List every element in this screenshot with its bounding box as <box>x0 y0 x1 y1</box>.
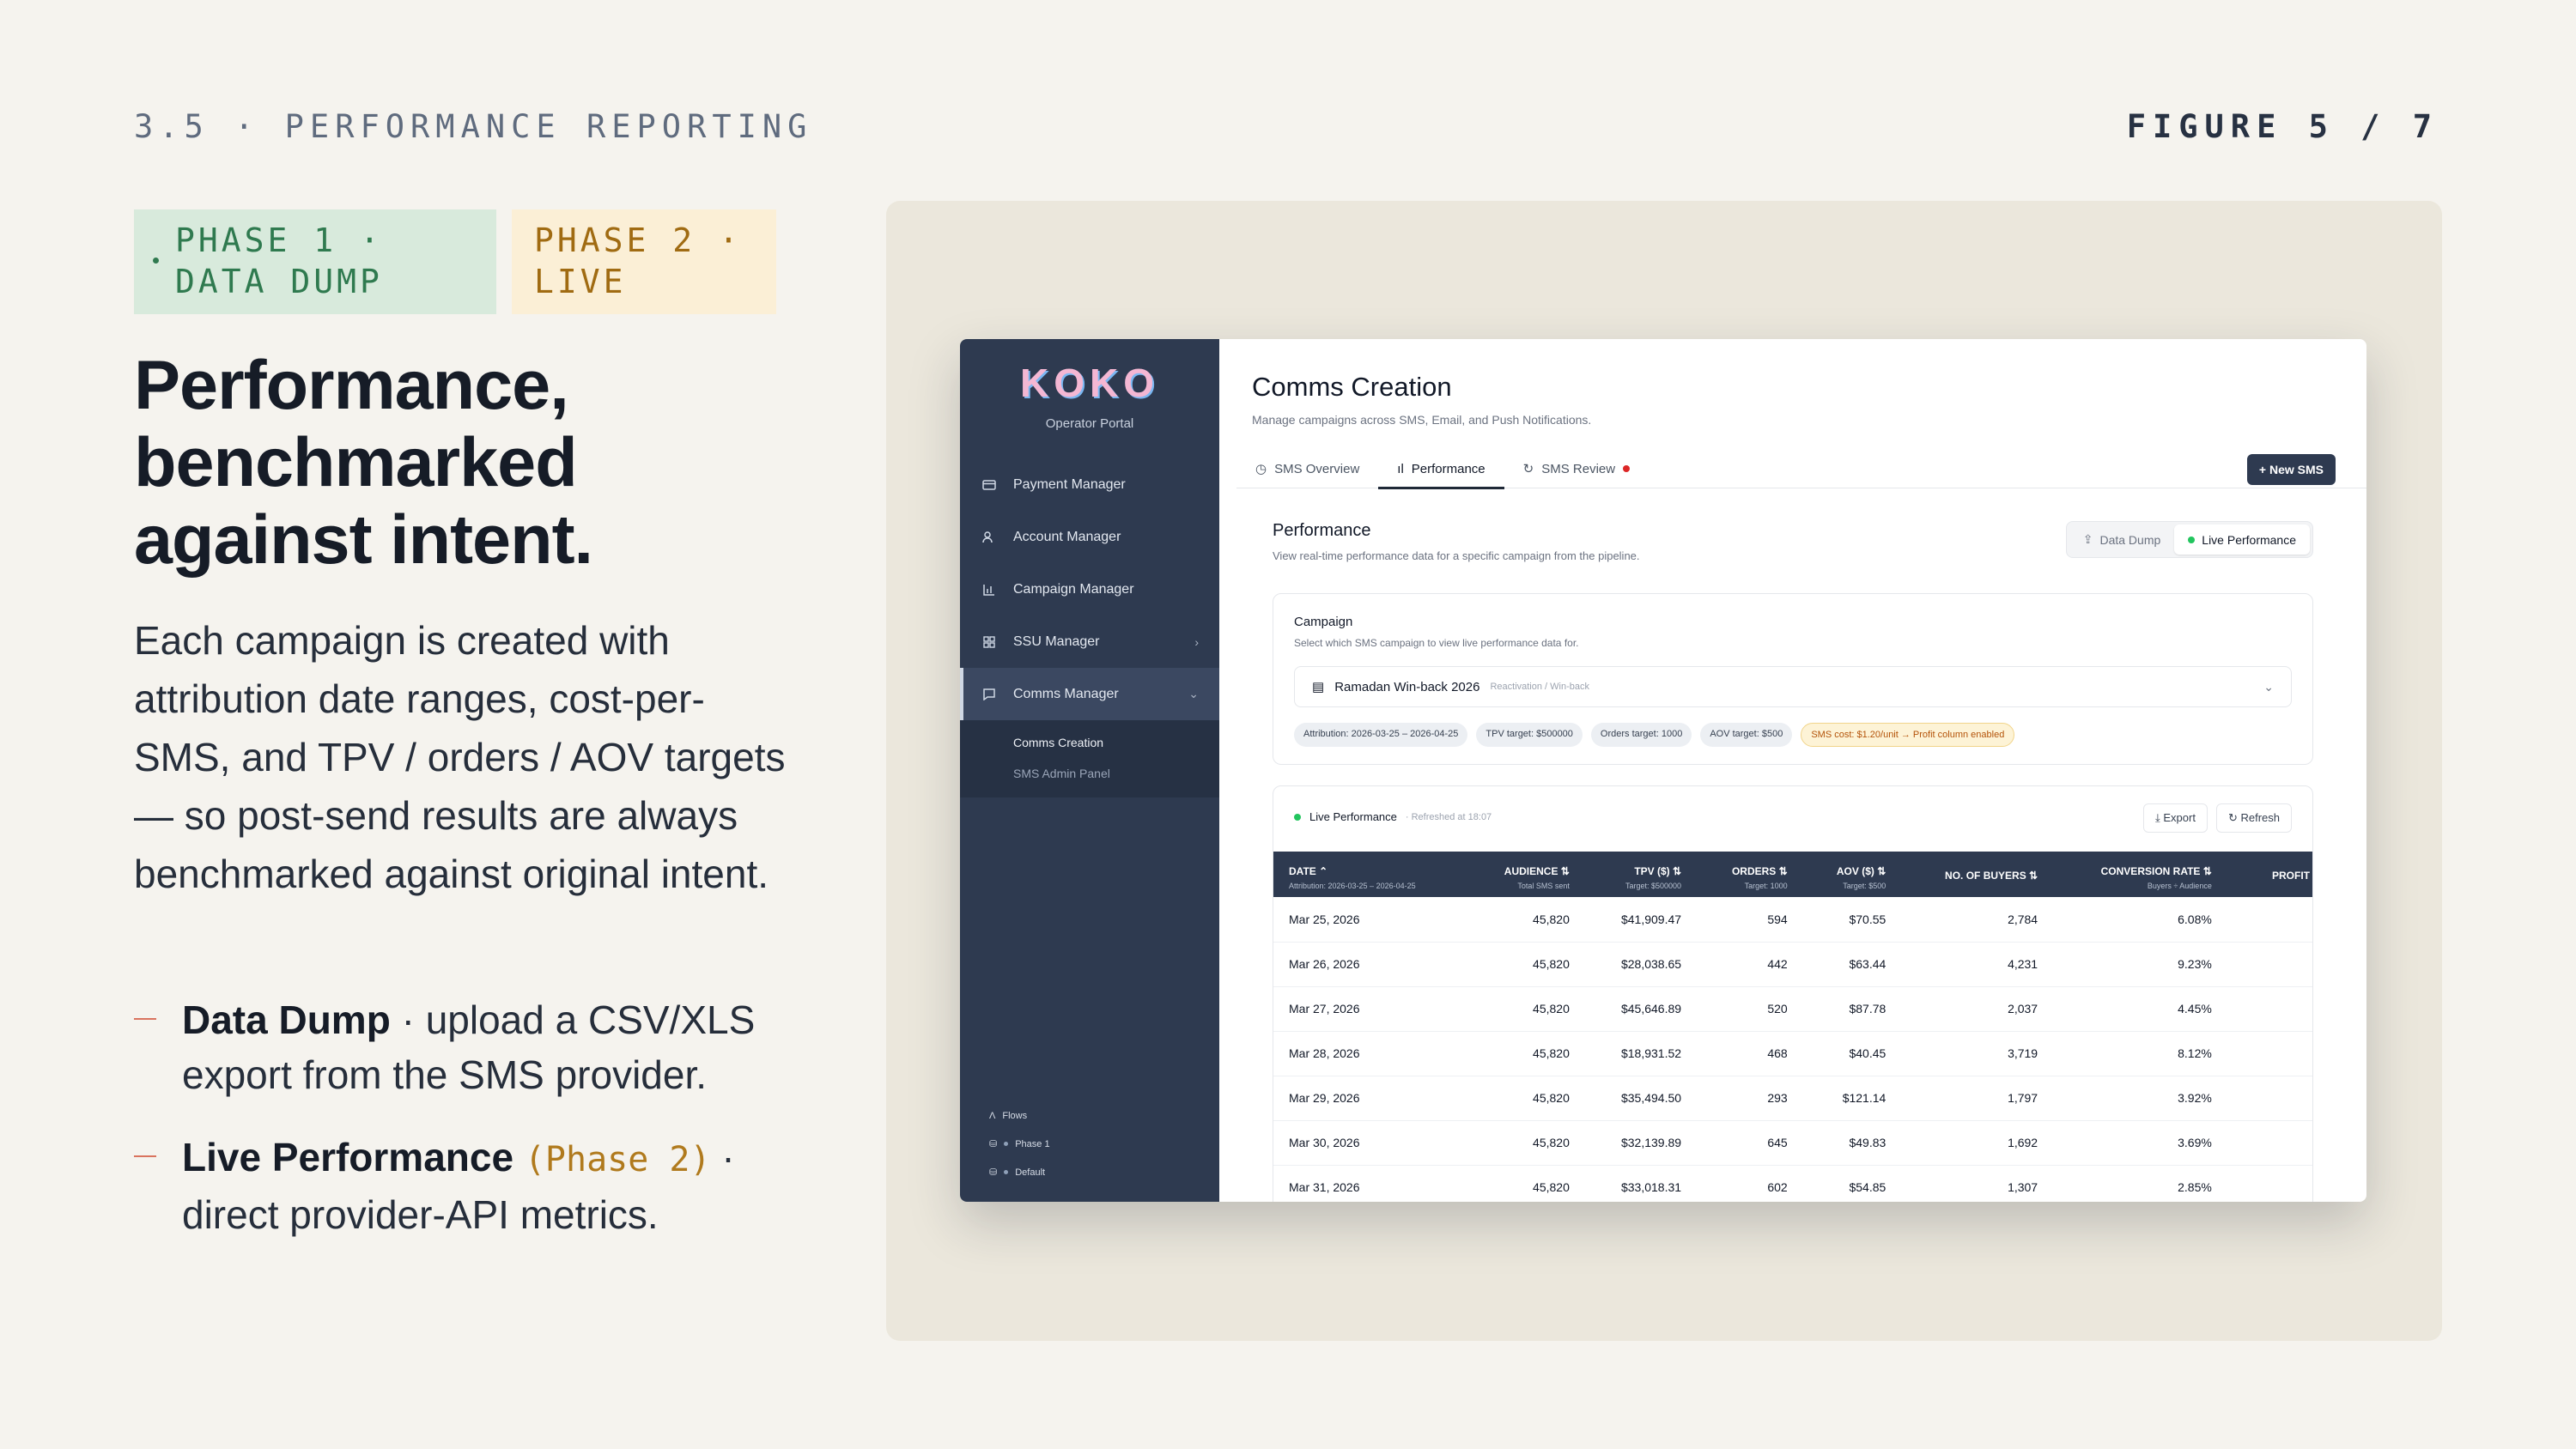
section-label: 3.5 · PERFORMANCE REPORTING <box>134 108 813 145</box>
list-item: Live Performance (Phase 2) · direct prov… <box>134 1130 804 1242</box>
download-icon: ⤓ <box>2155 811 2164 824</box>
layers-icon: ⛁ <box>989 1139 998 1149</box>
sidebar-subitem-sms-admin[interactable]: SMS Admin Panel <box>960 758 1219 789</box>
grid-icon <box>981 634 998 651</box>
col-tpv[interactable]: TPV ($) ⇅ Target: $500000 <box>1585 852 1697 897</box>
tab-sms-review[interactable]: ↻ SMS Review <box>1504 449 1649 488</box>
mode-toggle: ⇪ Data Dump Live Performance <box>2065 521 2313 558</box>
section-title: Performance <box>1273 521 1371 540</box>
page-title: Comms Creation <box>1252 372 1452 402</box>
phase-pills: PHASE 1 · DATA DUMP PHASE 2 · LIVE <box>134 209 776 314</box>
figure-label: FIGURE 5 / 7 <box>2126 108 2439 145</box>
env-selector[interactable]: ⛁ Default <box>989 1167 1050 1179</box>
chevron-down-icon: ⌄ <box>2263 679 2274 694</box>
col-audience[interactable]: AUDIENCE ⇅ Total SMS sent <box>1467 852 1585 897</box>
col-aov[interactable]: AOV ($) ⇅ Target: $500 <box>1803 852 1902 897</box>
col-profit[interactable]: PROFIT (TPV – SMS <box>2227 852 2312 897</box>
campaign-chips: Attribution: 2026-03-25 – 2026-04-25 TPV… <box>1294 723 2015 747</box>
live-performance-card: Live Performance · Refreshed at 18:07 ⤓ E… <box>1273 785 2313 1202</box>
page-subtitle: Manage campaigns across SMS, Email, and … <box>1252 413 1592 427</box>
table-row: Mar 26, 2026 45,820 $28,038.65 442 $63.44 4,2… <box>1273 942 2312 987</box>
layers-icon: ⛁ <box>989 1167 998 1178</box>
sidebar-item-ssu-manager[interactable]: SSU Manager › <box>960 615 1219 668</box>
data-dump-toggle[interactable]: ⇪ Data Dump <box>2069 524 2175 555</box>
table-row: Mar 25, 2026 45,820 $41,909.47 594 $70.55 2,7… <box>1273 897 2312 943</box>
sidebar-item-payment-manager[interactable]: Payment Manager <box>960 458 1219 511</box>
plus-icon: + <box>2258 463 2269 476</box>
list-item: Data Dump · upload a CSV/XLS export from… <box>134 992 804 1102</box>
app-window: KOKO Operator Portal Payment Manager Acc… <box>960 339 2366 1202</box>
table-row: Mar 29, 2026 45,820 $35,494.50 293 $121.14 1,… <box>1273 1076 2312 1121</box>
table-row: Mar 28, 2026 45,820 $18,931.52 468 $40.45 3,7… <box>1273 1031 2312 1076</box>
body-text: Each campaign is created with attributio… <box>134 618 786 896</box>
clock-icon: ◷ <box>1255 462 1267 476</box>
users-icon <box>981 529 998 546</box>
export-button[interactable]: ⤓ Export <box>2143 803 2208 833</box>
sidebar-item-campaign-manager[interactable]: Campaign Manager <box>960 563 1219 615</box>
flows-link[interactable]: Λ Flows <box>989 1111 1050 1121</box>
phase-selector[interactable]: ⛁ Phase 1 <box>989 1138 1050 1150</box>
refresh-icon: ↻ <box>1522 462 1534 476</box>
sidebar-footer: Λ Flows ⛁ Phase 1 ⛁ Default <box>989 1094 1050 1178</box>
campaign-select[interactable]: ▤ Ramadan Win-back 2026 Reactivation / W… <box>1294 666 2292 707</box>
tab-bar: ◷ SMS Overview ıl Performance ↻ SMS Review <box>1236 449 2366 489</box>
status-dot <box>1294 813 1301 821</box>
flow-icon: Λ <box>989 1111 996 1121</box>
col-conversion[interactable]: CONVERSION RATE ⇅ Buyers ÷ Audience <box>2053 852 2227 897</box>
koko-logo: KOKO <box>1020 361 1159 405</box>
section-subtitle: View real-time performance data for a sp… <box>1273 549 1640 562</box>
phase-2-pill: PHASE 2 · LIVE <box>512 209 776 314</box>
live-performance-toggle[interactable]: Live Performance <box>2174 524 2310 555</box>
col-orders[interactable]: ORDERS ⇅ Target: 1000 <box>1697 852 1803 897</box>
chevron-down-icon: ⌄ <box>1188 687 1199 700</box>
notification-dot <box>1623 465 1631 472</box>
sidebar-item-account-manager[interactable]: Account Manager <box>960 511 1219 563</box>
live-header: Live Performance · Refreshed at 18:07 <box>1294 810 1492 823</box>
credit-card-icon <box>981 476 998 494</box>
orders-target-chip: Orders target: 1000 <box>1590 723 1692 747</box>
status-dot <box>2188 536 2196 543</box>
aov-target-chip: AOV target: $500 <box>1700 723 1793 747</box>
chevron-right-icon: › <box>1194 634 1199 649</box>
sidebar-item-comms-manager[interactable]: Comms Manager ⌄ <box>960 668 1219 720</box>
attribution-chip: Attribution: 2026-03-25 – 2026-04-25 <box>1294 723 1468 747</box>
refresh-button[interactable]: ↻ Refresh <box>2215 803 2292 833</box>
table-row: Mar 30, 2026 45,820 $32,139.89 645 $49.83 1,6… <box>1273 1120 2312 1166</box>
campaign-label: Campaign <box>1294 615 1353 629</box>
col-buyers[interactable]: NO. OF BUYERS ⇅ <box>1901 852 2053 897</box>
table-row: Mar 27, 2026 45,820 $45,646.89 520 $87.78 2,0… <box>1273 986 2312 1032</box>
performance-table: DATE ⌃ Attribution: 2026-03-25 – 2026-04-… <box>1273 852 2312 1202</box>
campaign-help: Select which SMS campaign to view live p… <box>1294 637 1579 649</box>
bar-chart-icon: ıl <box>1397 461 1404 476</box>
portal-label: Operator Portal <box>1045 416 1134 431</box>
campaign-card: Campaign Select which SMS campaign to vi… <box>1273 593 2313 765</box>
message-icon <box>981 686 998 703</box>
new-sms-button[interactable]: + New SMS <box>2246 454 2336 485</box>
refresh-icon: ↻ <box>2227 811 2241 824</box>
tpv-target-chip: TPV target: $500000 <box>1476 723 1583 747</box>
dot-icon <box>153 258 159 264</box>
sidebar: KOKO Operator Portal Payment Manager Acc… <box>960 339 1219 1202</box>
feature-list: Data Dump · upload a CSV/XLS export from… <box>134 992 804 1270</box>
message-icon: ▤ <box>1312 680 1325 694</box>
main-content: Comms Creation Manage campaigns across S… <box>1219 339 2366 1202</box>
col-date[interactable]: DATE ⌃ Attribution: 2026-03-25 – 2026-04-… <box>1273 852 1467 897</box>
headline: Performance, benchmarked against intent. <box>134 347 593 579</box>
phase-1-pill: PHASE 1 · DATA DUMP <box>134 209 496 314</box>
tab-performance[interactable]: ıl Performance <box>1378 449 1505 489</box>
sidebar-subitem-comms-creation[interactable]: Comms Creation <box>960 727 1219 758</box>
tab-sms-overview[interactable]: ◷ SMS Overview <box>1236 449 1378 488</box>
table-header: DATE ⌃ Attribution: 2026-03-25 – 2026-04-… <box>1273 852 2312 897</box>
table-row: Mar 31, 2026 45,820 $33,018.31 602 $54.85 1,3… <box>1273 1165 2312 1202</box>
upload-icon: ⇪ <box>2082 532 2093 546</box>
sms-cost-chip: SMS cost: $1.20/unit → Profit column ena… <box>1801 723 2015 747</box>
bar-chart-icon <box>981 581 998 598</box>
